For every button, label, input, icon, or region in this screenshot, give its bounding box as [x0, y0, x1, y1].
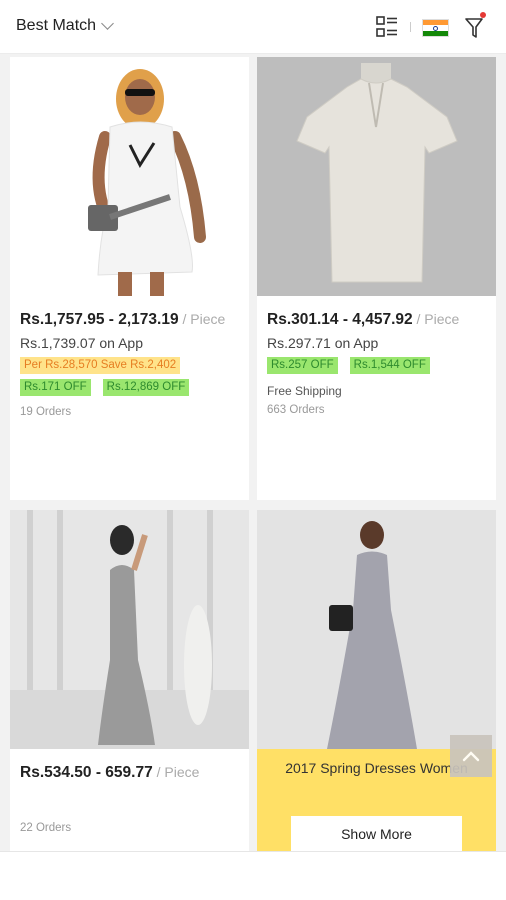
- discount-tag: Rs.1,544 OFF: [349, 357, 430, 374]
- order-count: 22 Orders: [20, 822, 72, 834]
- discount-tag: Per Rs.28,570 Save Rs.2,402: [20, 357, 181, 374]
- divider: [0, 851, 506, 852]
- discount-tag: Rs.171 OFF: [20, 379, 91, 396]
- discount-tag: Rs.12,869 OFF: [102, 379, 190, 396]
- product-card[interactable]: Rs.301.14 - 4,457.92 / Piece Rs.297.71 o…: [257, 57, 496, 500]
- free-shipping-label: Free Shipping: [267, 384, 342, 398]
- product-image[interactable]: [10, 510, 249, 749]
- discount-tags: Rs.257 OFF Rs.1,544 OFF: [267, 357, 486, 374]
- product-image[interactable]: [257, 57, 496, 296]
- promo-image[interactable]: [257, 510, 496, 749]
- product-grid: Rs.1,757.95 - 2,173.19 / Piece Rs.1,739.…: [0, 54, 506, 851]
- price-unit: / Piece: [178, 311, 226, 327]
- india-flag-icon[interactable]: [422, 19, 449, 37]
- app-price: Rs.1,739.07 on App: [20, 335, 143, 351]
- product-card[interactable]: Rs.534.50 - 659.77 / Piece 22 Orders: [10, 510, 249, 851]
- sort-label: Best Match: [16, 17, 97, 34]
- show-more-button[interactable]: Show More: [291, 816, 462, 851]
- chevron-up-icon: [462, 751, 480, 762]
- order-count: 19 Orders: [20, 406, 72, 418]
- price-unit: / Piece: [152, 764, 200, 780]
- discount-tags: Per Rs.28,570 Save Rs.2,402 Rs.171 OFF R…: [20, 357, 239, 396]
- chevron-down-icon: [101, 17, 114, 30]
- price-unit: / Piece: [412, 311, 460, 327]
- product-image[interactable]: [10, 57, 249, 296]
- discount-tag: Rs.257 OFF: [267, 357, 338, 374]
- sort-dropdown[interactable]: Best Match: [16, 17, 114, 35]
- product-card[interactable]: Rs.1,757.95 - 2,173.19 / Piece Rs.1,739.…: [10, 57, 249, 500]
- filter-notification-dot: [480, 12, 486, 18]
- app-price: Rs.297.71 on App: [267, 335, 379, 351]
- top-bar: Best Match: [0, 0, 506, 54]
- promo-card[interactable]: 2017 Spring Dresses Women Show More: [257, 510, 496, 851]
- order-count: 663 Orders: [267, 404, 325, 416]
- product-price: Rs.301.14 - 4,457.92 / Piece: [267, 311, 460, 328]
- header-divider: [410, 22, 411, 32]
- product-price: Rs.1,757.95 - 2,173.19 / Piece: [20, 311, 226, 328]
- product-price: Rs.534.50 - 659.77 / Piece: [20, 764, 200, 781]
- back-to-top-button[interactable]: [450, 735, 492, 777]
- list-view-icon[interactable]: [376, 16, 398, 38]
